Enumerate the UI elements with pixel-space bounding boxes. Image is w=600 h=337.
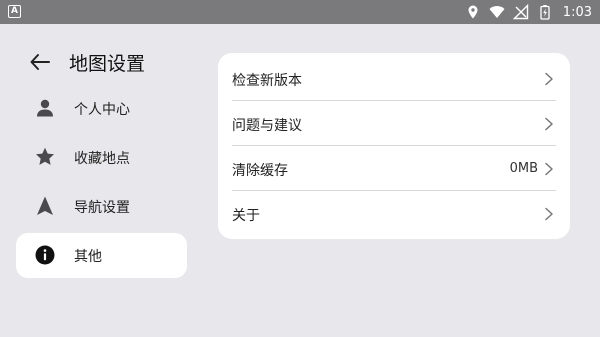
clock: 1:03 xyxy=(562,4,592,20)
row-label: 关于 xyxy=(232,208,260,224)
info-icon xyxy=(35,245,55,265)
app-notification-icon: A xyxy=(8,5,21,18)
clear-cache-row[interactable]: 清除缓存 0MB xyxy=(218,146,570,191)
sidebar-nav: 个人中心 收藏地点 导航设置 其他 xyxy=(16,86,187,282)
sidebar-item-favorites[interactable]: 收藏地点 xyxy=(16,135,187,180)
about-row[interactable]: 关于 xyxy=(218,191,570,236)
chevron-right-icon xyxy=(545,162,553,176)
sidebar-item-other[interactable]: 其他 xyxy=(16,233,187,278)
location-icon xyxy=(468,5,478,19)
sidebar-item-navigation-settings[interactable]: 导航设置 xyxy=(16,184,187,229)
check-update-row[interactable]: 检查新版本 xyxy=(218,56,570,101)
feedback-row[interactable]: 问题与建议 xyxy=(218,101,570,146)
page-header: 地图设置 xyxy=(28,48,145,76)
sidebar-item-label: 个人中心 xyxy=(74,101,130,118)
page-title: 地图设置 xyxy=(69,52,146,75)
status-icons: 1:03 xyxy=(465,0,592,24)
chevron-right-icon xyxy=(545,207,553,221)
back-arrow-icon[interactable] xyxy=(28,50,52,74)
star-icon xyxy=(36,147,54,165)
status-bar: A 1:03 xyxy=(0,0,600,24)
chevron-right-icon xyxy=(545,72,553,86)
wifi-icon xyxy=(489,6,505,18)
battery-charging-icon xyxy=(540,5,550,20)
sidebar-item-label: 导航设置 xyxy=(74,199,130,216)
signal-icon xyxy=(512,4,528,20)
sidebar-item-label: 其他 xyxy=(74,248,102,265)
settings-card: 检查新版本 问题与建议 清除缓存 0MB 关于 xyxy=(218,53,570,239)
cache-size-value: 0MB xyxy=(509,161,538,176)
row-label: 清除缓存 xyxy=(232,163,288,179)
chevron-right-icon xyxy=(545,117,553,131)
navigation-arrow-icon xyxy=(37,196,53,215)
row-label: 问题与建议 xyxy=(232,118,302,134)
person-icon xyxy=(37,99,53,117)
row-label: 检查新版本 xyxy=(232,73,302,89)
sidebar-item-personal-center[interactable]: 个人中心 xyxy=(16,86,187,131)
sidebar-item-label: 收藏地点 xyxy=(74,150,130,167)
